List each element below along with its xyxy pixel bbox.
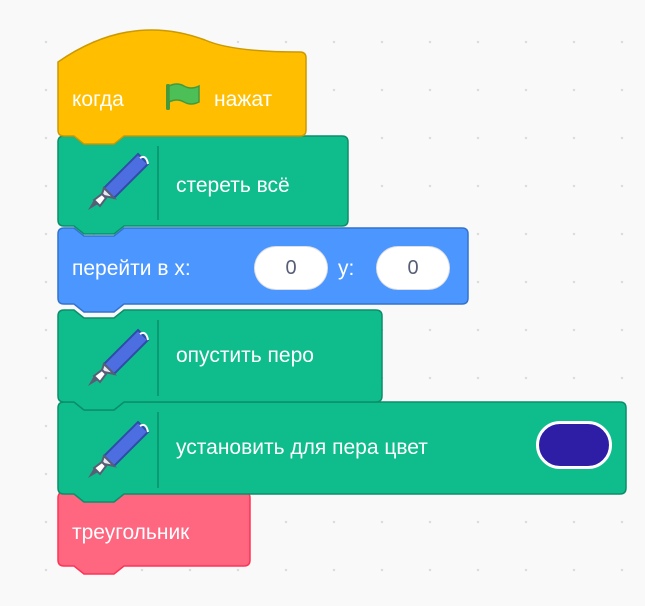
goto-x-input[interactable]: 0 bbox=[254, 246, 328, 290]
goto-y-input[interactable]: 0 bbox=[376, 246, 450, 290]
when-flag-label-before: когда bbox=[72, 88, 124, 111]
pen-down-label: опустить перо bbox=[176, 344, 314, 367]
clear-label: стереть всё bbox=[176, 174, 290, 197]
set-pen-color-label: установить для пера цвет bbox=[176, 436, 428, 459]
when-flag-label-after: нажат bbox=[214, 88, 273, 111]
goto-y-label: y: bbox=[338, 257, 355, 280]
pen-color-swatch[interactable] bbox=[536, 421, 612, 469]
custom-block-label: треугольник bbox=[72, 521, 190, 544]
goto-label: перейти в x: bbox=[72, 257, 191, 280]
